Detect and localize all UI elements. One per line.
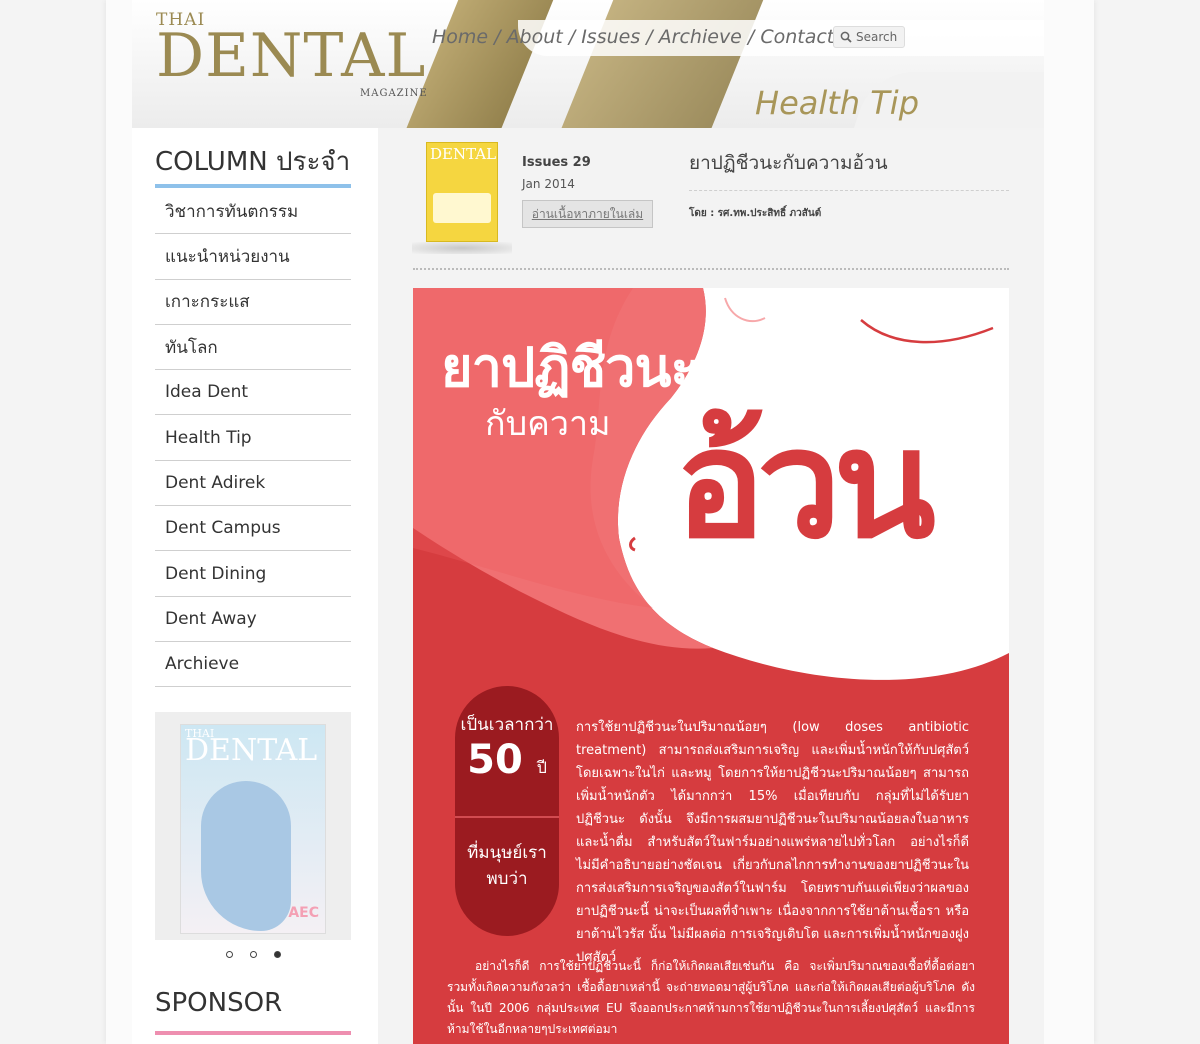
pill-number-value: 50 bbox=[467, 736, 523, 783]
pill-bottom-text: ที่มนุษย์เรา พบว่า bbox=[467, 843, 547, 889]
main-nav: Home / About / Issues / Archieve / Conta… bbox=[432, 26, 840, 48]
slider-cover-dental: DENTAL bbox=[185, 733, 318, 768]
issue-cover-shadow bbox=[412, 242, 512, 254]
title-divider bbox=[689, 190, 1009, 191]
site-logo[interactable]: THAI DENTAL MAGAZINE bbox=[156, 10, 427, 99]
sidebar-item-world[interactable]: ทันโลก bbox=[155, 325, 351, 371]
search-icon bbox=[840, 31, 852, 43]
slider-dots bbox=[226, 951, 281, 958]
cover-illustration bbox=[201, 781, 291, 931]
issue-number: Issues 29 bbox=[522, 155, 591, 170]
pill-number: 50 ปี bbox=[467, 738, 547, 790]
search-label: Search bbox=[856, 30, 898, 44]
pill-divider bbox=[455, 816, 559, 818]
logo-magazine: MAGAZINE bbox=[360, 88, 428, 99]
sponsor-title-bar bbox=[155, 1031, 351, 1035]
issue-cover[interactable]: DENTAL bbox=[426, 142, 498, 242]
sidebar-item-academic[interactable]: วิชาการทันตกรรม bbox=[155, 189, 351, 235]
nav-archieve[interactable]: Archieve bbox=[659, 26, 742, 48]
sidebar-item-dent-campus[interactable]: Dent Campus bbox=[155, 506, 351, 552]
column-title-bar bbox=[155, 184, 351, 188]
article-title: ยาปฏิชีวนะกับความอ้วน bbox=[689, 152, 888, 174]
sidebar-item-idea-dent[interactable]: Idea Dent bbox=[155, 370, 351, 416]
nav-contact[interactable]: / Contact bbox=[748, 26, 834, 48]
sidebar-item-archieve[interactable]: Archieve bbox=[155, 642, 351, 688]
logo-dental: DENTAL bbox=[156, 21, 427, 91]
poster-paragraph-1: การใช้ยาปฏิชีวนะในปริมาณน้อยๆ (low doses… bbox=[576, 720, 969, 965]
poster-paragraph-2: อย่างไรก็ดี การใช้ยาปฏิชีวนะนี้ ก็ก่อให้… bbox=[447, 959, 975, 1036]
slider-dot-3[interactable] bbox=[274, 951, 281, 958]
slider-dot-2[interactable] bbox=[250, 951, 257, 958]
slider-dot-1[interactable] bbox=[226, 951, 233, 958]
sidebar-item-dent-dining[interactable]: Dent Dining bbox=[155, 551, 351, 597]
poster-big-word: อ้วน bbox=[675, 398, 936, 572]
slider-magazine-cover[interactable]: THAI DENTAL AEC bbox=[180, 724, 326, 934]
article-byline: โดย : รศ.ทพ.ประสิทธิ์ ภวสันต์ bbox=[689, 208, 822, 219]
read-issue-button[interactable]: อ่านเนื้อหาภายในเล่ม bbox=[522, 200, 653, 228]
section-title: Health Tip bbox=[755, 84, 919, 122]
article-poster: ยาปฏิชีวนะ กับความ อ้วน เป็นเวลากว่า 50 … bbox=[413, 288, 1009, 1044]
search-box[interactable]: Search bbox=[833, 26, 905, 48]
sidebar-item-agency[interactable]: แนะนำหน่วยงาน bbox=[155, 234, 351, 280]
sidebar-item-dent-adirek[interactable]: Dent Adirek bbox=[155, 461, 351, 507]
issue-cover-art bbox=[433, 193, 491, 223]
issue-divider bbox=[413, 268, 1009, 270]
sidebar-item-trend[interactable]: เกาะกระแส bbox=[155, 280, 351, 325]
nav-home[interactable]: Home / bbox=[432, 26, 501, 48]
sidebar-item-dent-away[interactable]: Dent Away bbox=[155, 597, 351, 642]
nav-about[interactable]: About / bbox=[507, 26, 576, 48]
nav-issues[interactable]: Issues / bbox=[581, 26, 652, 48]
poster-title-line2: กับความ bbox=[485, 404, 611, 444]
issue-date: Jan 2014 bbox=[522, 177, 575, 191]
sidebar-item-health-tip[interactable]: Health Tip bbox=[155, 415, 351, 461]
slider-cover-series: AEC bbox=[288, 905, 319, 921]
column-menu: วิชาการทันตกรรม แนะนำหน่วยงาน เกาะกระแส … bbox=[155, 189, 351, 688]
issue-cover-title: DENTAL bbox=[430, 145, 497, 163]
sponsor-title: SPONSOR bbox=[155, 988, 283, 1018]
pill-number-unit: ปี bbox=[536, 757, 547, 777]
column-title: COLUMN ประจำ bbox=[155, 147, 351, 177]
pill-top-line1: เป็นเวลากว่า bbox=[460, 714, 554, 735]
poster-pill-top: เป็นเวลากว่า 50 ปี bbox=[455, 686, 559, 814]
